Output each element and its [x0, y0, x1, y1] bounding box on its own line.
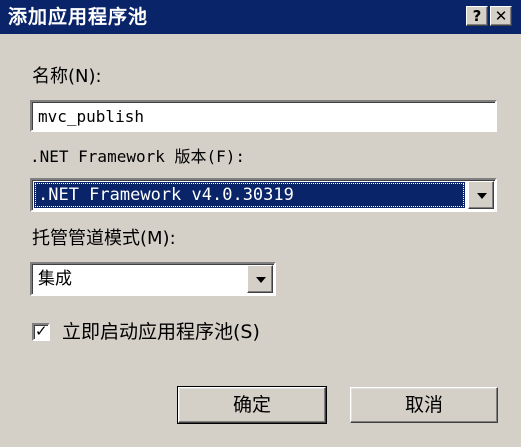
name-field[interactable] [30, 100, 497, 132]
help-icon: ? [472, 7, 482, 25]
title-bar[interactable]: 添加应用程序池 ? ✕ [0, 0, 521, 34]
name-input[interactable] [32, 102, 495, 130]
close-button[interactable]: ✕ [490, 6, 512, 26]
pipeline-select[interactable]: 集成 [30, 262, 276, 296]
pipeline-dropdown-button[interactable] [247, 265, 273, 293]
check-icon: ✓ [35, 322, 48, 340]
start-pool-label[interactable]: 立即启动应用程序池(S) [62, 321, 260, 343]
pipeline-selected-value: 集成 [38, 269, 72, 289]
framework-dropdown-button[interactable] [468, 181, 494, 209]
chevron-down-icon [256, 277, 266, 283]
name-label: 名称(N): [32, 66, 102, 87]
framework-label: .NET Framework 版本(F): [30, 147, 246, 166]
close-icon: ✕ [494, 7, 508, 25]
framework-select[interactable]: .NET Framework v4.0.30319 [30, 178, 497, 212]
chevron-down-icon [477, 193, 487, 199]
dialog-title: 添加应用程序池 [8, 6, 149, 28]
framework-selected-value: .NET Framework v4.0.30319 [34, 182, 465, 208]
cancel-button[interactable]: 取消 [350, 387, 498, 423]
add-app-pool-dialog: 添加应用程序池 ? ✕ 名称(N): .NET Framework 版本(F):… [0, 0, 521, 447]
start-pool-checkbox[interactable]: ✓ [32, 323, 50, 341]
ok-button[interactable]: 确定 [177, 386, 327, 424]
pipeline-label: 托管管道模式(M): [32, 228, 176, 249]
help-button[interactable]: ? [466, 6, 488, 26]
